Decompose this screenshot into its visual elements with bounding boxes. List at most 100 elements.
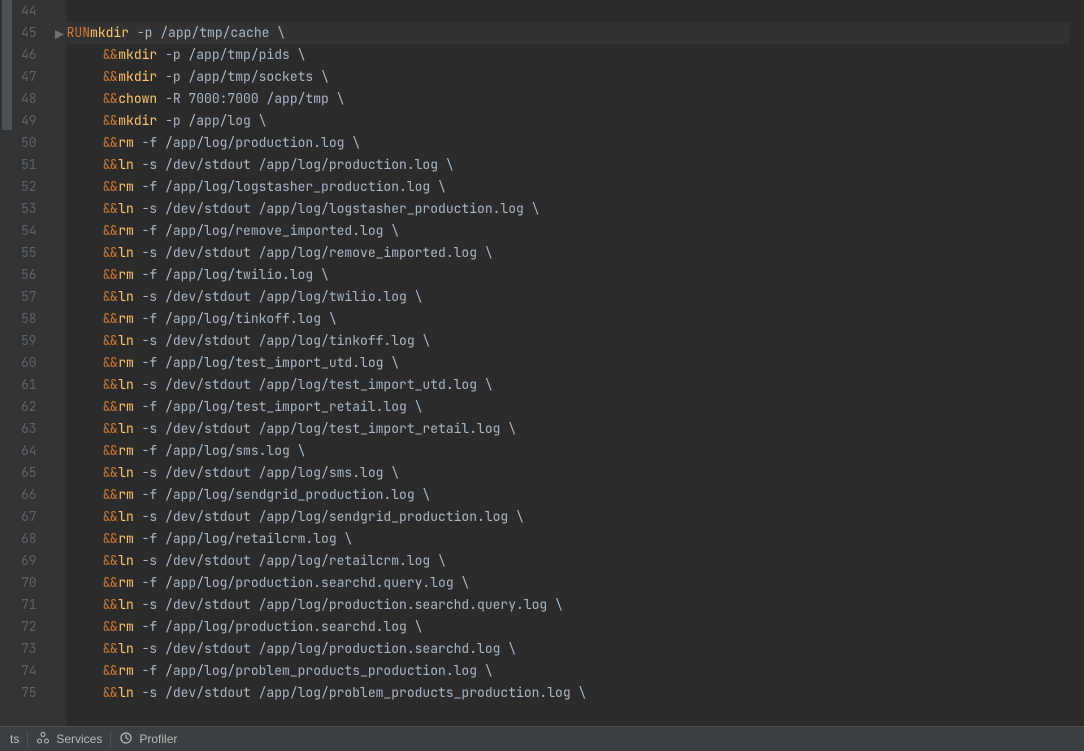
code-line[interactable]: && rm -f /app/log/tinkoff.log \ [67, 308, 1070, 330]
code-line[interactable]: && ln -s /dev/stdout /app/log/test_impor… [67, 418, 1070, 440]
code-text: -s /dev/stdout /app/log/tinkoff.log \ [134, 330, 430, 352]
line-number[interactable]: 47 [21, 66, 41, 88]
line-number[interactable]: 71 [21, 594, 41, 616]
editor-right-margin [1070, 0, 1084, 726]
line-number[interactable]: 53 [21, 198, 41, 220]
line-number[interactable]: 69 [21, 550, 41, 572]
line-number[interactable]: 54 [21, 220, 41, 242]
line-number[interactable]: 75 [21, 682, 41, 704]
project-tool-scrollbar[interactable] [0, 0, 15, 726]
line-number[interactable]: 56 [21, 264, 41, 286]
line-number[interactable]: 48 [21, 88, 41, 110]
shell-command: ln [118, 462, 134, 484]
line-number[interactable]: 50 [21, 132, 41, 154]
code-line[interactable]: && ln -s /dev/stdout /app/log/twilio.log… [67, 286, 1070, 308]
code-line[interactable]: && ln -s /dev/stdout /app/log/retailcrm.… [67, 550, 1070, 572]
fold-region-icon[interactable] [51, 30, 64, 39]
code-line[interactable]: && ln -s /dev/stdout /app/log/problem_pr… [67, 682, 1070, 704]
operator: && [103, 418, 119, 440]
code-editor[interactable]: RUN mkdir -p /app/tmp/cache \&& mkdir -p… [67, 0, 1070, 726]
line-number[interactable]: 72 [21, 616, 41, 638]
line-number[interactable]: 59 [21, 330, 41, 352]
code-text: -s /dev/stdout /app/log/production.searc… [134, 638, 516, 660]
code-line[interactable]: && rm -f /app/log/sms.log \ [67, 440, 1070, 462]
line-number[interactable]: 62 [21, 396, 41, 418]
code-line[interactable]: && ln -s /dev/stdout /app/log/logstasher… [67, 198, 1070, 220]
code-line[interactable]: && rm -f /app/log/sendgrid_production.lo… [67, 484, 1070, 506]
statusbar-profiler[interactable]: Profiler [111, 727, 185, 751]
code-line[interactable]: && ln -s /dev/stdout /app/log/tinkoff.lo… [67, 330, 1070, 352]
line-number[interactable]: 46 [21, 44, 41, 66]
code-line[interactable]: && ln -s /dev/stdout /app/log/test_impor… [67, 374, 1070, 396]
line-number[interactable]: 45 [21, 22, 41, 44]
code-text: -s /dev/stdout /app/log/production.searc… [134, 594, 563, 616]
line-number[interactable]: 55 [21, 242, 41, 264]
line-number[interactable]: 44 [21, 0, 41, 22]
code-line[interactable]: && rm -f /app/log/production.searchd.que… [67, 572, 1070, 594]
line-number[interactable]: 61 [21, 374, 41, 396]
code-line[interactable]: && rm -f /app/log/production.log \ [67, 132, 1070, 154]
line-number[interactable]: 70 [21, 572, 41, 594]
code-text: -f /app/log/production.searchd.log \ [134, 616, 423, 638]
code-line[interactable]: && ln -s /dev/stdout /app/log/sendgrid_p… [67, 506, 1070, 528]
code-line[interactable]: && ln -s /dev/stdout /app/log/production… [67, 638, 1070, 660]
services-label: Services [56, 732, 102, 746]
code-line[interactable]: && mkdir -p /app/tmp/pids \ [67, 44, 1070, 66]
line-number[interactable]: 52 [21, 176, 41, 198]
code-line[interactable]: && ln -s /dev/stdout /app/log/production… [67, 594, 1070, 616]
line-number[interactable]: 74 [21, 660, 41, 682]
operator: && [103, 264, 119, 286]
line-number[interactable]: 60 [21, 352, 41, 374]
code-line[interactable]: && rm -f /app/log/retailcrm.log \ [67, 528, 1070, 550]
code-line[interactable] [67, 0, 1070, 22]
line-number[interactable]: 57 [21, 286, 41, 308]
code-line[interactable]: && ln -s /dev/stdout /app/log/production… [67, 154, 1070, 176]
line-number[interactable]: 65 [21, 462, 41, 484]
shell-command: ln [118, 506, 134, 528]
editor-area: 4445464748495051525354555657585960616263… [0, 0, 1084, 726]
code-text: -f /app/log/test_import_retail.log \ [134, 396, 423, 418]
code-text: -s /dev/stdout /app/log/problem_products… [134, 682, 586, 704]
operator: && [103, 660, 119, 682]
line-number[interactable]: 51 [21, 154, 41, 176]
line-number[interactable]: 66 [21, 484, 41, 506]
code-line[interactable]: && rm -f /app/log/problem_products_produ… [67, 660, 1070, 682]
line-number[interactable]: 58 [21, 308, 41, 330]
operator: && [103, 396, 119, 418]
code-line[interactable]: && ln -s /dev/stdout /app/log/remove_imp… [67, 242, 1070, 264]
code-line[interactable]: && rm -f /app/log/twilio.log \ [67, 264, 1070, 286]
scrollbar-thumb[interactable] [2, 0, 12, 130]
line-number[interactable]: 67 [21, 506, 41, 528]
line-number[interactable]: 73 [21, 638, 41, 660]
operator: && [103, 506, 119, 528]
code-line[interactable]: && mkdir -p /app/tmp/sockets \ [67, 66, 1070, 88]
code-line[interactable]: && rm -f /app/log/production.searchd.log… [67, 616, 1070, 638]
shell-command: chown [118, 88, 157, 110]
code-line[interactable]: && rm -f /app/log/test_import_retail.log… [67, 396, 1070, 418]
code-line[interactable]: && ln -s /dev/stdout /app/log/sms.log \ [67, 462, 1070, 484]
line-number[interactable]: 49 [21, 110, 41, 132]
code-line[interactable]: && rm -f /app/log/logstasher_production.… [67, 176, 1070, 198]
code-line[interactable]: && rm -f /app/log/remove_imported.log \ [67, 220, 1070, 242]
line-number[interactable]: 64 [21, 440, 41, 462]
code-line[interactable]: && rm -f /app/log/test_import_utd.log \ [67, 352, 1070, 374]
profiler-label: Profiler [139, 732, 177, 746]
statusbar-item-truncated[interactable]: ts [2, 727, 27, 751]
operator: && [103, 638, 119, 660]
code-text: -s /dev/stdout /app/log/remove_imported.… [134, 242, 493, 264]
line-number[interactable]: 68 [21, 528, 41, 550]
line-number-gutter[interactable]: 4445464748495051525354555657585960616263… [15, 0, 51, 726]
shell-command: rm [118, 264, 134, 286]
shell-command: ln [118, 330, 134, 352]
code-text: -p /app/tmp/pids \ [157, 44, 305, 66]
code-line[interactable]: RUN mkdir -p /app/tmp/cache \ [67, 22, 1070, 44]
operator: && [103, 286, 119, 308]
shell-command: ln [118, 198, 134, 220]
code-text: -s /dev/stdout /app/log/production.log \ [134, 154, 454, 176]
shell-command: rm [118, 528, 134, 550]
code-line[interactable]: && mkdir -p /app/log \ [67, 110, 1070, 132]
line-number[interactable]: 63 [21, 418, 41, 440]
statusbar-services[interactable]: Services [28, 727, 110, 751]
fold-gutter[interactable] [51, 0, 67, 726]
code-line[interactable]: && chown -R 7000:7000 /app/tmp \ [67, 88, 1070, 110]
